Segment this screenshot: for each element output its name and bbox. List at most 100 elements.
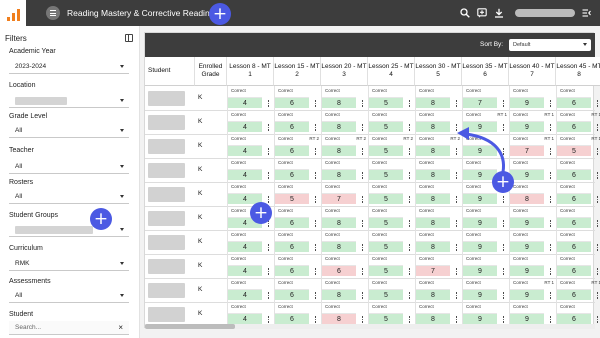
student-column-header[interactable]: Student — [145, 57, 195, 86]
score-value[interactable]: 9 — [510, 97, 544, 108]
score-value[interactable]: 4 — [228, 121, 262, 132]
score-value[interactable]: 8 — [416, 97, 450, 108]
lesson-column-header[interactable]: Lesson 8 - MT 1 — [227, 57, 274, 86]
more-options-icon[interactable] — [311, 219, 320, 228]
score-value[interactable]: 8 — [510, 193, 544, 204]
score-value[interactable]: 9 — [510, 313, 544, 324]
score-value[interactable]: 8 — [416, 193, 450, 204]
score-value[interactable]: 8 — [416, 145, 450, 156]
more-options-icon[interactable] — [546, 315, 555, 324]
more-options-icon[interactable] — [593, 99, 600, 108]
score-value[interactable]: 5 — [369, 193, 403, 204]
rosters-select[interactable]: All — [9, 190, 129, 204]
more-options-icon[interactable] — [499, 267, 508, 276]
more-options-icon[interactable] — [546, 195, 555, 204]
more-options-icon[interactable] — [311, 99, 320, 108]
score-value[interactable]: 8 — [322, 241, 356, 252]
lesson-column-header[interactable]: Lesson 20 - MT 3 — [321, 57, 368, 86]
more-options-icon[interactable] — [452, 219, 461, 228]
score-value[interactable]: 6 — [557, 241, 591, 252]
more-options-icon[interactable] — [499, 291, 508, 300]
lesson-column-header[interactable]: Lesson 25 - MT 4 — [368, 57, 415, 86]
more-options-icon[interactable] — [452, 195, 461, 204]
score-value[interactable]: 8 — [322, 313, 356, 324]
score-value[interactable]: 8 — [322, 289, 356, 300]
student-name-redacted[interactable] — [148, 91, 185, 106]
score-value[interactable]: 6 — [275, 313, 309, 324]
more-options-icon[interactable] — [593, 267, 600, 276]
score-value[interactable]: 5 — [369, 265, 403, 276]
score-value[interactable]: 8 — [322, 97, 356, 108]
more-options-icon[interactable] — [264, 147, 273, 156]
more-options-icon[interactable] — [452, 267, 461, 276]
more-options-icon[interactable] — [452, 99, 461, 108]
score-value[interactable]: 9 — [510, 265, 544, 276]
score-value[interactable]: 6 — [557, 121, 591, 132]
student-name-redacted[interactable] — [148, 259, 185, 274]
more-options-icon[interactable] — [546, 171, 555, 180]
score-value[interactable]: 4 — [228, 289, 262, 300]
score-value[interactable]: 4 — [228, 265, 262, 276]
more-options-icon[interactable] — [358, 123, 367, 132]
more-options-icon[interactable] — [546, 99, 555, 108]
score-value[interactable]: 5 — [557, 145, 591, 156]
score-value[interactable]: 5 — [369, 217, 403, 228]
more-options-icon[interactable] — [311, 195, 320, 204]
more-options-icon[interactable] — [546, 123, 555, 132]
add-hotspot-icon[interactable]: + — [209, 3, 231, 25]
score-value[interactable]: 6 — [275, 97, 309, 108]
add-hotspot-icon[interactable]: + — [90, 208, 112, 230]
hamburger-menu-icon[interactable] — [46, 6, 60, 20]
student-groups-select[interactable] — [9, 223, 129, 237]
grade-level-select[interactable]: All — [9, 124, 129, 138]
more-options-icon[interactable] — [311, 243, 320, 252]
more-options-icon[interactable] — [452, 291, 461, 300]
score-value[interactable]: 8 — [322, 145, 356, 156]
score-value[interactable]: 9 — [510, 169, 544, 180]
lesson-column-header[interactable]: Lesson 15 - MT 2 — [274, 57, 321, 86]
score-value[interactable]: 9 — [510, 217, 544, 228]
score-value[interactable]: 6 — [557, 97, 591, 108]
more-options-icon[interactable] — [264, 243, 273, 252]
more-options-icon[interactable] — [452, 315, 461, 324]
score-value[interactable]: 8 — [322, 169, 356, 180]
more-options-icon[interactable] — [499, 99, 508, 108]
more-options-icon[interactable] — [311, 147, 320, 156]
lesson-column-header[interactable]: Lesson 35 - MT 6 — [462, 57, 509, 86]
search-icon[interactable] — [460, 8, 470, 18]
score-value[interactable]: 9 — [463, 313, 497, 324]
student-name-redacted[interactable] — [148, 283, 185, 298]
more-options-icon[interactable] — [358, 147, 367, 156]
score-value[interactable]: 4 — [228, 97, 262, 108]
student-name-redacted[interactable] — [148, 235, 185, 250]
score-value[interactable]: 6 — [275, 217, 309, 228]
score-value[interactable]: 8 — [416, 169, 450, 180]
more-options-icon[interactable] — [264, 171, 273, 180]
more-options-icon[interactable] — [405, 219, 414, 228]
more-options-icon[interactable] — [593, 123, 600, 132]
sort-by-select[interactable]: Default — [509, 39, 591, 51]
score-value[interactable]: 5 — [369, 121, 403, 132]
add-note-icon[interactable] — [477, 8, 487, 18]
score-value[interactable]: 6 — [275, 289, 309, 300]
location-select[interactable] — [9, 94, 129, 108]
more-options-icon[interactable] — [593, 171, 600, 180]
more-options-icon[interactable] — [358, 291, 367, 300]
more-options-icon[interactable] — [311, 291, 320, 300]
score-value[interactable]: 9 — [463, 241, 497, 252]
more-options-icon[interactable] — [593, 315, 600, 324]
student-name-redacted[interactable] — [148, 163, 185, 178]
collapse-sidebar-icon[interactable] — [125, 34, 133, 42]
score-value[interactable]: 6 — [557, 313, 591, 324]
score-value[interactable]: 9 — [463, 217, 497, 228]
score-value[interactable]: 8 — [322, 217, 356, 228]
score-value[interactable]: 8 — [416, 121, 450, 132]
more-options-icon[interactable] — [405, 243, 414, 252]
student-name-redacted[interactable] — [148, 211, 185, 226]
lesson-column-header[interactable]: Lesson 40 - MT 7 — [509, 57, 556, 86]
score-value[interactable]: 4 — [228, 169, 262, 180]
more-options-icon[interactable] — [405, 99, 414, 108]
score-value[interactable]: 4 — [228, 313, 262, 324]
more-options-icon[interactable] — [311, 171, 320, 180]
score-value[interactable]: 6 — [557, 217, 591, 228]
